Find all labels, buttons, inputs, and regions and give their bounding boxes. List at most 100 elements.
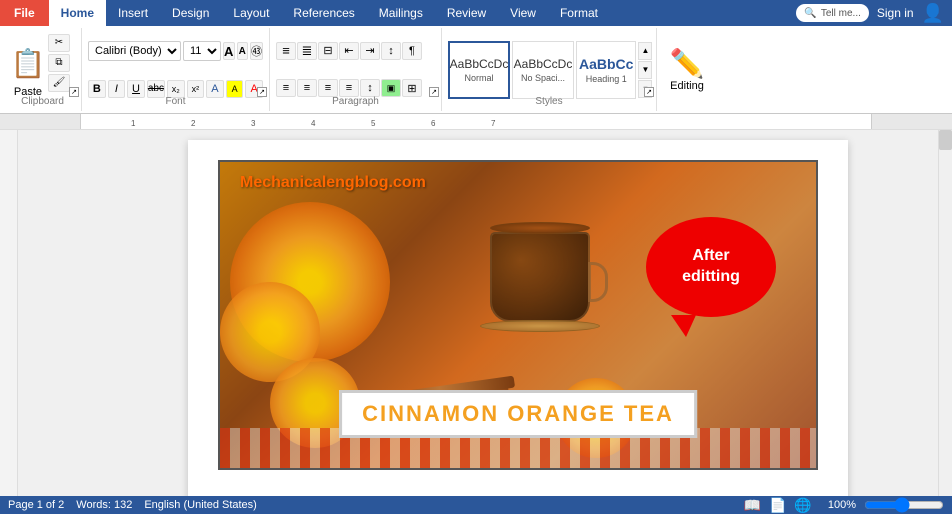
sort-button[interactable]: ↕ [381, 42, 401, 60]
font-group: Calibri (Body) 11 A A ㊸ B I U abc x₂ x² … [82, 28, 270, 111]
clipboard-label: Clipboard [4, 96, 81, 109]
increase-indent-button[interactable]: ⇥ [360, 42, 380, 60]
format-painter-button[interactable]: 🖌 [48, 74, 70, 92]
ruler-main: 1 2 3 4 5 6 7 [80, 114, 872, 129]
paragraph-group: ≡ ≣ ⊟ ⇤ ⇥ ↕ ¶ ≡ ≡ ≡ ≡ ↕ ▣ ⊞ Paragraph ↗ [270, 28, 442, 111]
tab-design[interactable]: Design [160, 0, 221, 26]
scroll-up-button[interactable] [939, 130, 952, 150]
tab-home[interactable]: Home [49, 0, 106, 26]
vertical-ruler [0, 130, 18, 514]
document-page: After editting Mechanicalengblog.com CIN… [188, 140, 848, 514]
styles-expand[interactable]: ↗ [644, 87, 654, 97]
style-nospacing-sample: AaBbCcDc [514, 57, 573, 71]
copy-button[interactable]: ⧉ [48, 54, 70, 72]
font-shrink-button[interactable]: A [237, 42, 249, 60]
font-expand[interactable]: ↗ [257, 87, 267, 97]
tab-format[interactable]: Format [548, 0, 610, 26]
style-normal[interactable]: AaBbCcDc Normal [448, 41, 510, 99]
cut-button[interactable]: ✂ [48, 34, 70, 52]
font-name-select[interactable]: Calibri (Body) [88, 41, 181, 61]
style-heading1[interactable]: AaBbCc Heading 1 [576, 41, 636, 99]
bullets-button[interactable]: ≡ [276, 42, 296, 60]
align-center-button[interactable]: ≡ [297, 79, 317, 97]
ribbon-tab-bar: File Home Insert Design Layout Reference… [0, 0, 952, 26]
svg-text:7: 7 [491, 119, 496, 128]
svg-text:4: 4 [311, 119, 316, 128]
title-banner-text: CINNAMON ORANGE TEA [362, 401, 674, 426]
font-row1: Calibri (Body) 11 A A ㊸ [88, 41, 263, 61]
zoom-level: 100% [828, 499, 856, 511]
styles-scroll-down[interactable]: ▼ [638, 61, 652, 79]
clear-format-button[interactable]: ㊸ [250, 42, 263, 60]
style-no-spacing[interactable]: AaBbCcDc No Spaci... [512, 41, 574, 99]
tab-insert[interactable]: Insert [106, 0, 160, 26]
paste-icon: 📋 [10, 42, 46, 86]
paragraph-label: Paragraph [270, 96, 441, 109]
left-margin [18, 130, 98, 514]
read-mode-button[interactable]: 📖 [744, 497, 761, 514]
user-avatar[interactable]: 👤 [922, 3, 944, 24]
svg-text:1: 1 [131, 119, 136, 128]
justify-button[interactable]: ≡ [339, 79, 359, 97]
style-nospacing-label: No Spaci... [521, 73, 565, 83]
tab-references[interactable]: References [281, 0, 366, 26]
web-layout-button[interactable]: 🌐 [794, 497, 811, 514]
horizontal-ruler: 1 2 3 4 5 6 7 [0, 114, 952, 130]
ruler-right-side [872, 114, 952, 129]
document-image: After editting Mechanicalengblog.com CIN… [218, 160, 818, 470]
para-row1: ≡ ≣ ⊟ ⇤ ⇥ ↕ ¶ [276, 42, 435, 60]
website-text: Mechanicalengblog.com [240, 174, 426, 192]
document-area[interactable]: After editting Mechanicalengblog.com CIN… [98, 130, 938, 514]
editing-group: ✏️ Editing [657, 28, 717, 111]
speech-bubble: After editting [646, 217, 776, 317]
scrollbar-right[interactable] [938, 130, 952, 514]
print-layout-button[interactable]: 📄 [769, 497, 786, 514]
paste-button[interactable]: 📋 Paste [10, 42, 46, 98]
speech-bubble-text: After editting [682, 246, 740, 288]
font-size-select[interactable]: 11 [183, 41, 221, 61]
ribbon-content: 📋 Paste ✂ ⧉ 🖌 Clipboard ↗ Calibri (Body) [0, 26, 952, 114]
tea-surface [490, 222, 590, 234]
tab-layout[interactable]: Layout [221, 0, 281, 26]
numbering-button[interactable]: ≣ [297, 42, 317, 60]
editing-label: Editing [670, 80, 704, 92]
language-status: English (United States) [144, 499, 257, 511]
svg-text:2: 2 [191, 119, 196, 128]
editing-icon: ✏️ [670, 47, 705, 80]
paragraph-expand[interactable]: ↗ [429, 87, 439, 97]
zoom-slider[interactable] [864, 500, 944, 510]
styles-label: Styles [442, 96, 656, 109]
font-label: Font [82, 96, 269, 109]
decrease-indent-button[interactable]: ⇤ [339, 42, 359, 60]
align-right-button[interactable]: ≡ [318, 79, 338, 97]
align-left-button[interactable]: ≡ [276, 79, 296, 97]
tab-view[interactable]: View [498, 0, 548, 26]
search-icon: 🔍 [804, 8, 816, 19]
svg-text:5: 5 [371, 119, 376, 128]
style-normal-sample: AaBbCcDc [450, 57, 509, 71]
font-grow-button[interactable]: A [223, 42, 235, 60]
show-marks-button[interactable]: ¶ [402, 42, 422, 60]
status-bar: Page 1 of 2 Words: 132 English (United S… [0, 496, 952, 514]
tab-mailings[interactable]: Mailings [367, 0, 435, 26]
style-h1-sample: AaBbCc [579, 56, 633, 72]
editing-button[interactable]: ✏️ Editing [660, 35, 715, 105]
ruler-left-side [0, 114, 80, 129]
clipboard-group: 📋 Paste ✂ ⧉ 🖌 Clipboard ↗ [4, 28, 82, 111]
line-spacing-button[interactable]: ↕ [360, 79, 380, 97]
styles-scroll-up[interactable]: ▲ [638, 42, 652, 60]
multilevel-list-button[interactable]: ⊟ [318, 42, 338, 60]
svg-text:3: 3 [251, 119, 256, 128]
title-banner: CINNAMON ORANGE TEA [339, 390, 697, 438]
clipboard-expand[interactable]: ↗ [69, 87, 79, 97]
para-row2: ≡ ≡ ≡ ≡ ↕ ▣ ⊞ [276, 79, 435, 97]
tab-file[interactable]: File [0, 0, 49, 26]
tea-cup-body [490, 232, 590, 322]
word-count-status: Words: 132 [76, 499, 132, 511]
style-h1-label: Heading 1 [586, 74, 627, 84]
tell-me-button[interactable]: 🔍 Tell me... [796, 4, 868, 22]
shading-button[interactable]: ▣ [381, 79, 401, 97]
borders-button[interactable]: ⊞ [402, 79, 422, 97]
sign-in-button[interactable]: Sign in [877, 6, 914, 20]
tab-review[interactable]: Review [435, 0, 498, 26]
